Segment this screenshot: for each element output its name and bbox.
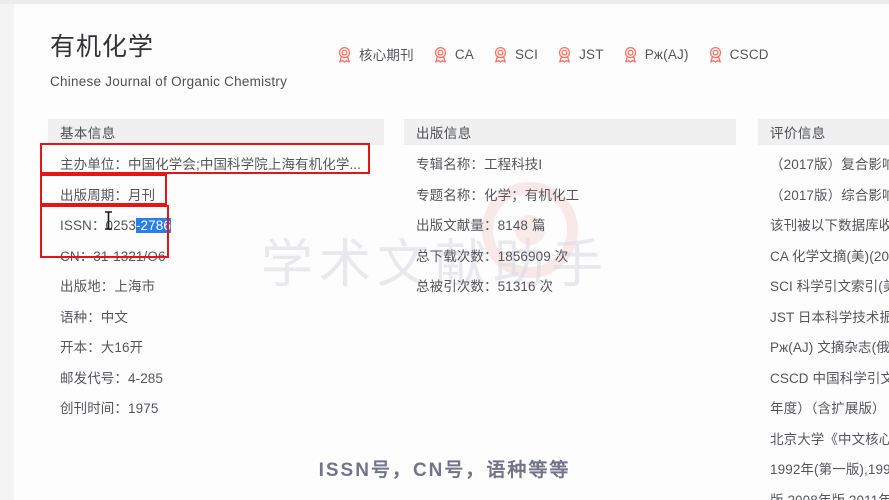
info-field: 年度）（含扩展版） xyxy=(770,401,886,416)
info-field: 专题名称：化学；有机化工 xyxy=(416,187,580,203)
basic-info-column: 基本信息 主办单位：中国化学会;中国科学院上海有机化学... 出版周期：月刊 ISS… xyxy=(48,119,384,425)
index-badge-0[interactable]: 核心期刊 xyxy=(336,44,414,64)
page-title: 有机化学 xyxy=(50,33,155,61)
annotation-caption: ISSN号，CN号，语种等等 xyxy=(318,460,571,481)
publish-info-field-list: 专辑名称：工程科技I 专题名称：化学；有机化工 出版文献量：8148 篇总下载次数：… xyxy=(404,150,736,303)
publish-info-column: 出版信息 专辑名称：工程科技I 专题名称：化学；有机化工 出版文献量：8148 篇总… xyxy=(404,119,736,303)
rating-info-column: 评价信息 （2017版）复合影响因 （2017版）综合影响因该刊被以下数据库收录 C… xyxy=(758,119,889,500)
award-medal-icon xyxy=(558,46,571,63)
index-badge-1[interactable]: CA xyxy=(432,46,474,63)
index-badge-3[interactable]: JST xyxy=(556,46,604,63)
issn-field: ISSN：0253-2786 xyxy=(48,211,384,242)
publish-info-section-title: 出版信息 xyxy=(404,119,736,145)
info-field: 版,2008年版,2011年版 xyxy=(770,492,889,500)
index-badge-2[interactable]: SCI xyxy=(492,46,538,63)
award-medal-icon xyxy=(338,46,351,63)
award-medal-icon xyxy=(709,46,721,63)
info-field: 开本：大16开 xyxy=(60,340,144,355)
info-field: JST 日本科学技术振兴 xyxy=(770,309,889,325)
journal-header: 有机化学 Chinese Journal of Organic Chemistr… xyxy=(50,32,287,89)
info-field: 该刊被以下数据库收录 xyxy=(770,218,889,233)
info-field: 北京大学《中文核心期 xyxy=(770,431,889,447)
info-field: 出版文献量：8148 篇 xyxy=(416,218,546,233)
info-field: 语种：中文 xyxy=(60,309,128,325)
info-field: Pж(AJ) 文摘杂志(俄)( xyxy=(770,340,889,355)
info-field: SCI 科学引文索引(美) xyxy=(770,279,889,294)
index-badge-5[interactable]: CSCD xyxy=(707,46,769,63)
info-field: （2017版）综合影响因 xyxy=(770,187,889,203)
issn-selected-text: -2786 xyxy=(135,218,171,233)
info-field: （2017版）复合影响因 xyxy=(770,157,889,172)
basic-info-field-list: 主办单位：中国化学会;中国科学院上海有机化学... 出版周期：月刊 ISSN：025… xyxy=(48,150,384,425)
basic-info-section-title: 基本信息 xyxy=(48,119,384,145)
index-badge-label: CSCD xyxy=(729,46,769,62)
index-badge-label: JST xyxy=(579,46,604,62)
info-field: 专辑名称：工程科技I xyxy=(416,157,543,172)
rating-info-section-title: 评价信息 xyxy=(758,119,889,145)
award-medal-icon xyxy=(434,46,446,63)
index-badge-label: 核心期刊 xyxy=(359,48,414,63)
journal-subtitle-english: Chinese Journal of Organic Chemistry xyxy=(50,74,288,89)
info-field: CN：31-1321/O6 xyxy=(60,248,166,264)
browser-viewport: 学术文献助手 有机化学 Chinese Journal of Organic C… xyxy=(0,0,889,500)
index-badge-4[interactable]: Pж(AJ) xyxy=(622,46,689,63)
info-field: 主办单位：中国化学会;中国科学院上海有机化学... xyxy=(60,157,362,172)
issn-label: ISSN：0253 xyxy=(60,218,136,233)
info-field: CA 化学文摘(美)(2014 xyxy=(770,248,889,264)
info-field: CSCD 中国科学引文数 xyxy=(770,370,889,386)
index-badge-label: Pж(AJ) xyxy=(644,46,689,62)
info-field: 出版地：上海市 xyxy=(60,279,156,294)
info-field: 创刊时间：1975 xyxy=(60,401,159,416)
award-medal-icon xyxy=(494,46,507,63)
info-field: 邮发代号：4-285 xyxy=(60,370,164,386)
info-field: 总被引次数：51316 次 xyxy=(416,279,554,294)
award-medal-icon xyxy=(624,46,636,63)
index-badge-row: 核心期刊 CA SCI JST Pж(AJ) CSCD xyxy=(336,44,769,64)
info-field: 总下载次数：1856909 次 xyxy=(416,248,569,264)
index-badge-label: SCI xyxy=(514,46,539,62)
info-field: 出版周期：月刊 xyxy=(60,187,156,203)
journal-page-card: 学术文献助手 有机化学 Chinese Journal of Organic C… xyxy=(14,4,889,500)
index-badge-label: CA xyxy=(454,46,474,62)
rating-info-field-list: （2017版）复合影响因 （2017版）综合影响因该刊被以下数据库收录 CA 化学文… xyxy=(758,150,889,500)
